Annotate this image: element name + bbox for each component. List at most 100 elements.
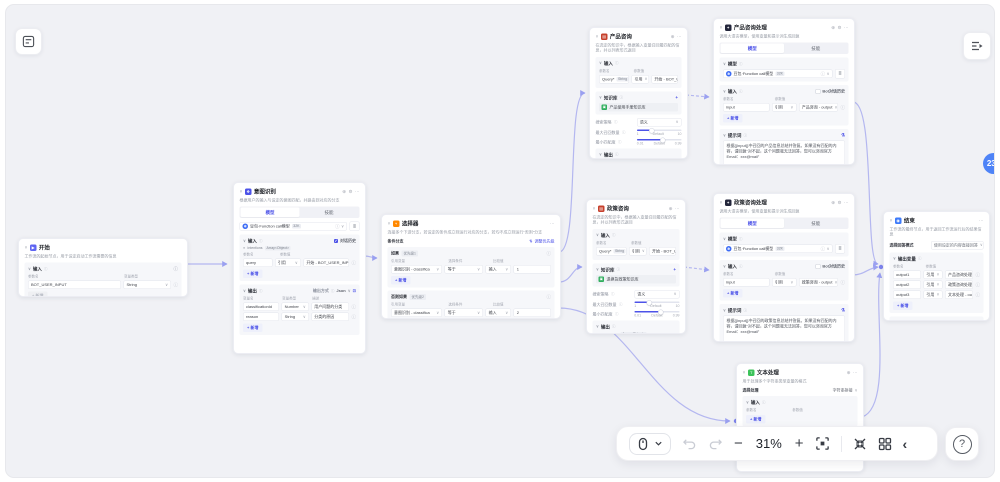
collapse-nodes-button[interactable]: [853, 437, 867, 451]
condition-ref-select[interactable]: 意图识别 - classifica∨: [391, 265, 442, 274]
param-name-input[interactable]: input: [723, 278, 769, 287]
redo-button[interactable]: [708, 437, 723, 450]
more-icon[interactable]: ⋯: [550, 221, 555, 227]
tab-model[interactable]: 模型: [721, 219, 785, 229]
condition-op-select[interactable]: 等于∨: [445, 309, 483, 318]
expand-panel-button[interactable]: [963, 32, 991, 60]
knowledge-item[interactable]: ▣ 产品使用手册知识库: [599, 103, 678, 112]
process-mode-value[interactable]: 字符串拼接: [833, 388, 853, 394]
param-mode-select[interactable]: 引用∨: [629, 247, 647, 256]
prompt-textarea[interactable]: 根据{{input}}中召回的政策信息总结并答复。如果没有匹配的内容，请回复“对…: [723, 316, 845, 342]
param-value-select[interactable]: 政策咨询处理 -∨: [945, 280, 973, 289]
min-match-slider[interactable]: 0.01Default0.99: [634, 311, 679, 318]
condition-mode-select[interactable]: 输入∨: [486, 309, 512, 318]
test-run-icon[interactable]: ⊕: [847, 370, 851, 376]
section-chevron-icon[interactable]: ∨: [28, 267, 31, 271]
prompt-optimize-icon[interactable]: ⚗: [841, 133, 845, 139]
add-knowledge-icon[interactable]: +: [673, 267, 676, 272]
answer-mode-select[interactable]: 使用设定的内容直接回答∨: [931, 241, 984, 250]
add-param-button[interactable]: + 新增: [28, 292, 47, 297]
output-type-select[interactable]: String∨: [282, 313, 309, 322]
param-mode-select[interactable]: 引用∨: [275, 259, 301, 268]
collapse-chevron-icon[interactable]: ∨: [240, 190, 243, 194]
test-run-icon[interactable]: ⊕: [831, 200, 835, 206]
add-param-button[interactable]: + 新增: [723, 114, 742, 123]
output-name-input[interactable]: classificationId: [243, 303, 279, 312]
add-output-button[interactable]: + 新增: [893, 301, 912, 310]
param-mode-select[interactable]: 引用∨: [772, 278, 796, 287]
model-config-button[interactable]: ≣: [350, 222, 360, 232]
search-strategy-select[interactable]: 语义∨: [634, 290, 679, 299]
drag-handle-icon[interactable]: ≡: [243, 247, 245, 251]
test-run-icon[interactable]: ⊕: [669, 206, 673, 212]
tab-skill[interactable]: 技能: [784, 44, 848, 54]
auto-layout-button[interactable]: [878, 437, 892, 451]
param-name-input[interactable]: output1: [893, 270, 921, 279]
add-param-button[interactable]: + 新增: [723, 289, 742, 298]
help-button[interactable]: ?: [945, 427, 979, 461]
model-config-button[interactable]: ≣: [835, 244, 845, 254]
test-run-icon[interactable]: ⊕: [831, 25, 835, 31]
tab-model[interactable]: 模型: [241, 208, 300, 218]
undo-button[interactable]: [682, 437, 697, 450]
more-icon[interactable]: ⋯: [675, 206, 680, 212]
param-name-input[interactable]: BOT_USER_INPUT: [28, 281, 121, 290]
condition-value-input[interactable]: 1: [514, 265, 551, 274]
param-value-select[interactable]: 政策咨询 - output∨: [799, 278, 838, 287]
prompt-optimize-icon[interactable]: ⚗: [841, 308, 845, 314]
more-icon[interactable]: ⋯: [677, 34, 682, 40]
model-select[interactable]: ✽豆包·Function call模型32K ⓘ∨: [240, 222, 348, 231]
format-icon[interactable]: ⊡: [353, 289, 356, 294]
prompt-textarea[interactable]: 根据{{input}}中召回的产品信息总结并答复。如果没有匹配的内容，请回复“对…: [723, 141, 845, 165]
param-value-select[interactable]: 开始 - BOT_USER∨: [651, 75, 678, 84]
knowledge-item[interactable]: ▣ 退换货政策知识库: [596, 275, 676, 284]
node-llm-policy[interactable]: ∨ ✦ 政策咨询处理 ⊕⚙⋯ 调用大语言模型，使用变量和提示词生成回复 模型 技…: [713, 193, 855, 342]
more-icon[interactable]: ⋯: [979, 218, 984, 224]
param-mode-select[interactable]: 引用∨: [923, 270, 942, 279]
settings-icon[interactable]: ⚙: [837, 25, 841, 31]
output-mode-value[interactable]: Json: [336, 289, 345, 294]
more-icon[interactable]: ⋯: [355, 189, 360, 195]
param-name-input[interactable]: Query*String: [596, 247, 626, 256]
tab-skill[interactable]: 技能: [784, 219, 848, 229]
param-value-select[interactable]: 开始 - BOT_USER∨: [649, 247, 676, 256]
param-value-select[interactable]: 开始 - BOT_USER_INPUT∨: [303, 259, 349, 268]
node-kb-policy[interactable]: ∨ ▤ 政策咨询 ⊕⋯ 在选定的知识中，根据输入变量召回最匹配的信息，并以列表形…: [586, 199, 686, 334]
param-value-select[interactable]: 产品咨询 - output∨: [799, 103, 838, 112]
node-selector[interactable]: ∨ ⑂ 选择器 ⋯ 连接多个下游分支，若设定的条件成立则运行对应的分支，若均不成…: [381, 214, 561, 319]
min-match-slider[interactable]: 0.01Default0.99: [637, 139, 682, 146]
fit-view-button[interactable]: [815, 436, 830, 451]
history-checkbox[interactable]: ✓: [334, 239, 338, 243]
stream-toggle[interactable]: [971, 320, 981, 321]
settings-icon[interactable]: ⚙: [837, 200, 841, 206]
add-knowledge-icon[interactable]: +: [675, 95, 678, 100]
output-desc-input[interactable]: 用户问题的分类: [311, 303, 349, 312]
collapse-toolbar-button[interactable]: ‹: [903, 436, 908, 452]
settings-icon[interactable]: ⚙: [348, 189, 352, 195]
delete-branch-icon[interactable]: ⓘ: [546, 250, 551, 257]
add-condition-button[interactable]: + 新增: [391, 276, 410, 285]
model-select[interactable]: ✽豆包·Function call模型32K ⓘ∨: [723, 245, 833, 254]
sort-priority-link[interactable]: 调整优先级: [535, 239, 555, 245]
param-name-input[interactable]: output2: [893, 280, 921, 289]
param-name-input[interactable]: Query*String: [599, 75, 629, 84]
param-name-input[interactable]: input: [723, 103, 769, 112]
test-run-icon[interactable]: ⊕: [671, 34, 675, 40]
add-param-button[interactable]: + 新增: [746, 415, 765, 424]
more-icon[interactable]: ⋯: [844, 25, 849, 31]
condition-ref-select[interactable]: 意图识别 - classifica∨: [391, 309, 442, 318]
token-count-badge[interactable]: 234: [983, 153, 995, 174]
tab-skill[interactable]: 技能: [300, 208, 359, 218]
add-output-button[interactable]: + 新增: [243, 324, 262, 333]
more-icon[interactable]: ⋯: [853, 370, 858, 376]
search-strategy-select[interactable]: 语义∨: [637, 118, 682, 127]
node-intent[interactable]: ∨ ❖ 意图识别 ⊕ ⚙ ⋯ 根据用户的输入与设定的意图匹配，并路由到对应的分支…: [233, 182, 366, 354]
max-recall-slider[interactable]: 1Default10: [637, 129, 682, 136]
collapse-chevron-icon[interactable]: ∨: [25, 246, 28, 250]
output-name-input[interactable]: reason: [243, 313, 279, 322]
param-type-select[interactable]: String∨: [124, 281, 171, 290]
param-name-input[interactable]: output3: [893, 290, 921, 299]
pointer-mode-select[interactable]: [629, 433, 671, 455]
param-value-select[interactable]: 文本处理 - ou∨: [945, 290, 973, 299]
condition-mode-select[interactable]: 输入∨: [486, 265, 512, 274]
